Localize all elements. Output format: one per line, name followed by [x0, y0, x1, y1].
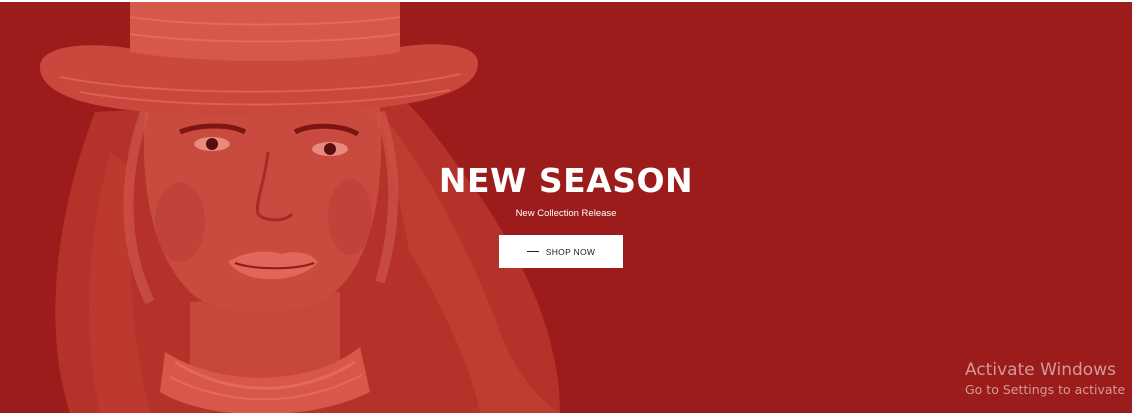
- activate-windows-subtitle: Go to Settings to activate: [965, 382, 1126, 397]
- shop-now-button[interactable]: SHOP NOW: [499, 235, 623, 268]
- dash-icon: [526, 251, 539, 252]
- hero-banner: NEW SEASON New Collection Release SHOP N…: [0, 2, 1132, 413]
- activate-windows-watermark: Activate Windows Go to Settings to activ…: [965, 359, 1125, 399]
- hero-subtitle: New Collection Release: [515, 208, 617, 219]
- hero-content: NEW SEASON New Collection Release SHOP N…: [400, 160, 732, 268]
- activate-windows-title: Activate Windows: [965, 360, 1116, 380]
- hero-title: NEW SEASON: [438, 161, 694, 200]
- shop-now-label: SHOP NOW: [545, 246, 596, 257]
